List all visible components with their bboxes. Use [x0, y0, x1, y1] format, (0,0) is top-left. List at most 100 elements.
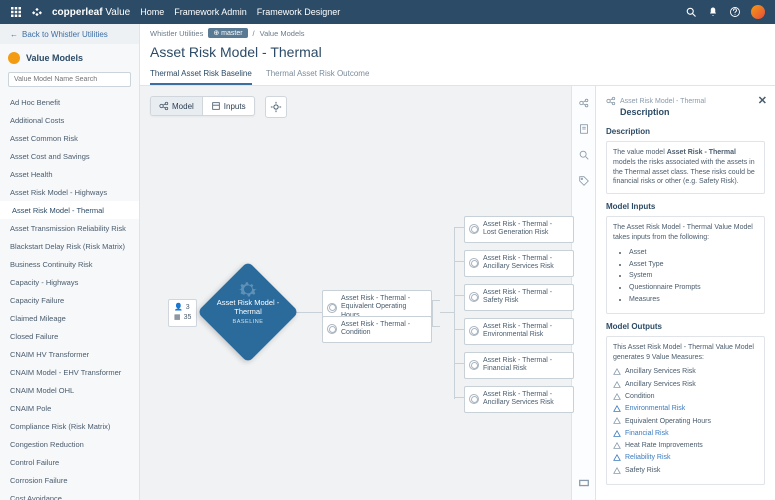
breadcrumb-section[interactable]: Value Models — [260, 29, 305, 38]
diamond-subtitle: BASELINE — [233, 319, 264, 326]
sidebar-item[interactable]: Congestion Reduction — [0, 435, 139, 453]
sidebar-item[interactable]: Ad Hoc Benefit — [0, 93, 139, 111]
diagram-node[interactable]: Asset Risk - Thermal - Ancillary Service… — [464, 250, 574, 277]
sidebar-item[interactable]: CNAIM Model OHL — [0, 381, 139, 399]
output-item: Heat Rate Improvements — [613, 441, 758, 451]
rail-model-icon[interactable] — [577, 96, 591, 110]
triangle-icon — [613, 454, 621, 462]
rail-doc-icon[interactable] — [577, 122, 591, 136]
sidebar-item[interactable]: Business Continuity Risk — [0, 255, 139, 273]
diagram-node[interactable]: Asset Risk - Thermal - Financial Risk — [464, 352, 574, 379]
sidebar-item[interactable]: Asset Cost and Savings — [0, 147, 139, 165]
input-item: Asset Type — [629, 260, 758, 270]
branch-badge[interactable]: ⊕ master — [208, 28, 247, 38]
output-item[interactable]: Financial Risk — [613, 429, 758, 439]
output-item[interactable]: Environmental Risk — [613, 404, 758, 414]
brand-name: copperleaf Value — [52, 7, 130, 18]
output-item: Equivalent Operating Hours — [613, 417, 758, 427]
sidebar-item[interactable]: Corrosion Failure — [0, 471, 139, 489]
rail-tag-icon[interactable] — [577, 174, 591, 188]
sidebar-item[interactable]: Claimed Mileage — [0, 309, 139, 327]
output-item: Ancillary Services Risk — [613, 367, 758, 377]
measure-icon — [327, 324, 337, 334]
sidebar-item[interactable]: Control Failure — [0, 453, 139, 471]
tab[interactable]: Thermal Asset Risk Baseline — [150, 64, 252, 85]
sidebar-item[interactable]: CNAIM Model - EHV Transformer — [0, 363, 139, 381]
apps-icon[interactable] — [10, 6, 22, 18]
panel-title: Description — [620, 107, 765, 117]
canvas: Model Inputs — [140, 86, 775, 500]
sidebar-item[interactable]: Asset Transmission Reliability Risk — [0, 219, 139, 237]
input-item: Asset — [629, 248, 758, 258]
diagram-node[interactable]: Asset Risk - Thermal - Lost Generation R… — [464, 216, 574, 243]
sidebar-item[interactable]: CNAIM HV Transformer — [0, 345, 139, 363]
triangle-icon — [613, 467, 621, 475]
sidebar: ← Back to Whistler Utilities Value Model… — [0, 24, 140, 500]
sidebar-item[interactable]: Asset Common Risk — [0, 129, 139, 147]
diagram[interactable]: 👤3 ▦35 Asset Risk Model - Thermal BASELI… — [140, 86, 571, 500]
sidebar-item[interactable]: Capacity Failure — [0, 291, 139, 309]
sidebar-item[interactable]: Closed Failure — [0, 327, 139, 345]
avatar[interactable] — [751, 5, 765, 19]
model-counts: 👤3 ▦35 — [168, 299, 197, 327]
bell-icon[interactable] — [707, 6, 719, 18]
sidebar-item[interactable]: Asset Risk Model - Thermal — [0, 201, 139, 219]
search-icon[interactable] — [685, 6, 697, 18]
value-models-icon — [8, 52, 20, 64]
panel-crumb: Asset Risk Model - Thermal — [620, 98, 706, 105]
inputs-head: Model Inputs — [606, 202, 765, 211]
help-icon[interactable] — [729, 6, 741, 18]
triangle-icon — [613, 442, 621, 450]
rail-expand-icon[interactable] — [577, 476, 591, 490]
output-item[interactable]: Reliability Risk — [613, 453, 758, 463]
rail-search-icon[interactable] — [577, 148, 591, 162]
sidebar-title: Value Models — [26, 53, 83, 63]
diagram-node[interactable]: Asset Risk - Thermal - Ancillary Service… — [464, 386, 574, 413]
sidebar-item[interactable]: Capacity - Highways — [0, 273, 139, 291]
sidebar-item[interactable]: Cost Avoidance — [0, 489, 139, 500]
triangle-icon — [613, 393, 621, 401]
measure-icon — [469, 326, 479, 336]
search-input[interactable] — [8, 72, 131, 87]
input-item: Measures — [629, 295, 758, 305]
output-item: Safety Risk — [613, 466, 758, 476]
nav-framework-designer[interactable]: Framework Designer — [257, 7, 341, 17]
main-content: Whistler Utilities ⊕ master / Value Mode… — [140, 24, 775, 500]
nav-home[interactable]: Home — [140, 7, 164, 17]
right-rail — [571, 86, 595, 500]
triangle-icon — [613, 368, 621, 376]
back-link[interactable]: ← Back to Whistler Utilities — [0, 24, 139, 44]
diagram-node[interactable]: Asset Risk - Thermal - Condition — [322, 316, 432, 343]
tabs: Thermal Asset Risk Baseline Thermal Asset… — [140, 64, 775, 86]
sidebar-item[interactable]: Compliance Risk (Risk Matrix) — [0, 417, 139, 435]
sidebar-item[interactable]: Asset Risk Model - Highways — [0, 183, 139, 201]
measure-icon — [469, 394, 479, 404]
description-text: The value model Asset Risk - Thermal mod… — [606, 141, 765, 194]
diagram-node[interactable]: Asset Risk - Thermal - Safety Risk — [464, 284, 574, 311]
measure-icon — [469, 360, 479, 370]
nav-framework-admin[interactable]: Framework Admin — [174, 7, 247, 17]
sidebar-item[interactable]: Additional Costs — [0, 111, 139, 129]
measure-icon — [469, 258, 479, 268]
sidebar-item[interactable]: Asset Health — [0, 165, 139, 183]
measure-icon — [327, 303, 337, 313]
outputs-head: Model Outputs — [606, 322, 765, 331]
measure-icon — [469, 224, 479, 234]
input-item: System — [629, 271, 758, 281]
diamond-node[interactable]: Asset Risk Model - Thermal BASELINE — [197, 261, 299, 363]
diagram-node[interactable]: Asset Risk - Thermal - Environmental Ris… — [464, 318, 574, 345]
tab[interactable]: Thermal Asset Risk Outcome — [266, 64, 370, 85]
inputs-box: The Asset Risk Model - Thermal Value Mod… — [606, 216, 765, 314]
input-item: Questionnaire Prompts — [629, 283, 758, 293]
grid-icon: ▦ — [174, 313, 181, 323]
sidebar-item[interactable]: CNAIM Pole — [0, 399, 139, 417]
back-arrow-icon: ← — [10, 30, 18, 39]
triangle-icon — [613, 417, 621, 425]
triangle-icon — [613, 430, 621, 438]
panel-model-icon — [606, 96, 616, 106]
breadcrumb-org[interactable]: Whistler Utilities — [150, 29, 203, 38]
close-icon[interactable]: ✕ — [758, 94, 767, 107]
outputs-box: This Asset Risk Model - Thermal Value Mo… — [606, 336, 765, 485]
page-title: Asset Risk Model - Thermal — [140, 42, 775, 64]
sidebar-item[interactable]: Blackstart Delay Risk (Risk Matrix) — [0, 237, 139, 255]
